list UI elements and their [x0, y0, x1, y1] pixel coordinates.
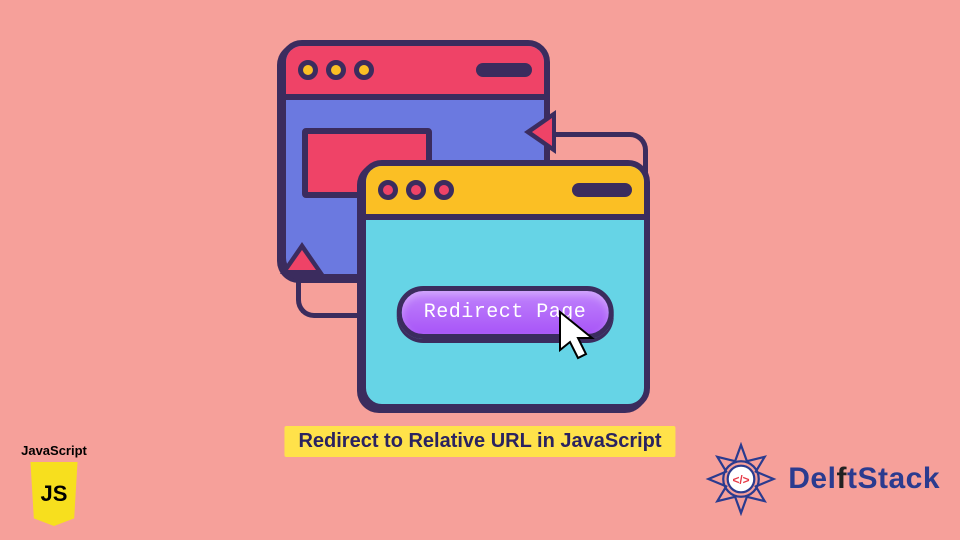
javascript-shield-icon: JS [26, 462, 82, 526]
titlebar-front [366, 166, 644, 220]
window-dot-icon [378, 180, 398, 200]
window-controls-back [298, 60, 374, 80]
arrow-up-icon [280, 242, 324, 274]
window-dot-icon [406, 180, 426, 200]
code-glyph-icon: </> [733, 473, 750, 487]
window-dot-icon [434, 180, 454, 200]
brand-emblem-icon: </> [704, 442, 778, 516]
cursor-icon [556, 310, 600, 367]
browser-window-front: Redirect Page [360, 160, 650, 410]
window-dot-icon [354, 60, 374, 80]
window-controls-front [378, 180, 454, 200]
brand-name: DelftStack [788, 462, 940, 496]
address-bar-icon [476, 63, 532, 77]
titlebar-back [286, 46, 544, 100]
article-title: Redirect to Relative URL in JavaScript [284, 426, 675, 457]
arrow-left-icon [524, 110, 556, 154]
window-dot-icon [326, 60, 346, 80]
window-dot-icon [298, 60, 318, 80]
address-bar-icon [572, 183, 632, 197]
delftstack-logo: </> DelftStack [704, 442, 940, 516]
javascript-label: JavaScript [10, 443, 98, 458]
javascript-badge: JavaScript JS [10, 443, 98, 526]
